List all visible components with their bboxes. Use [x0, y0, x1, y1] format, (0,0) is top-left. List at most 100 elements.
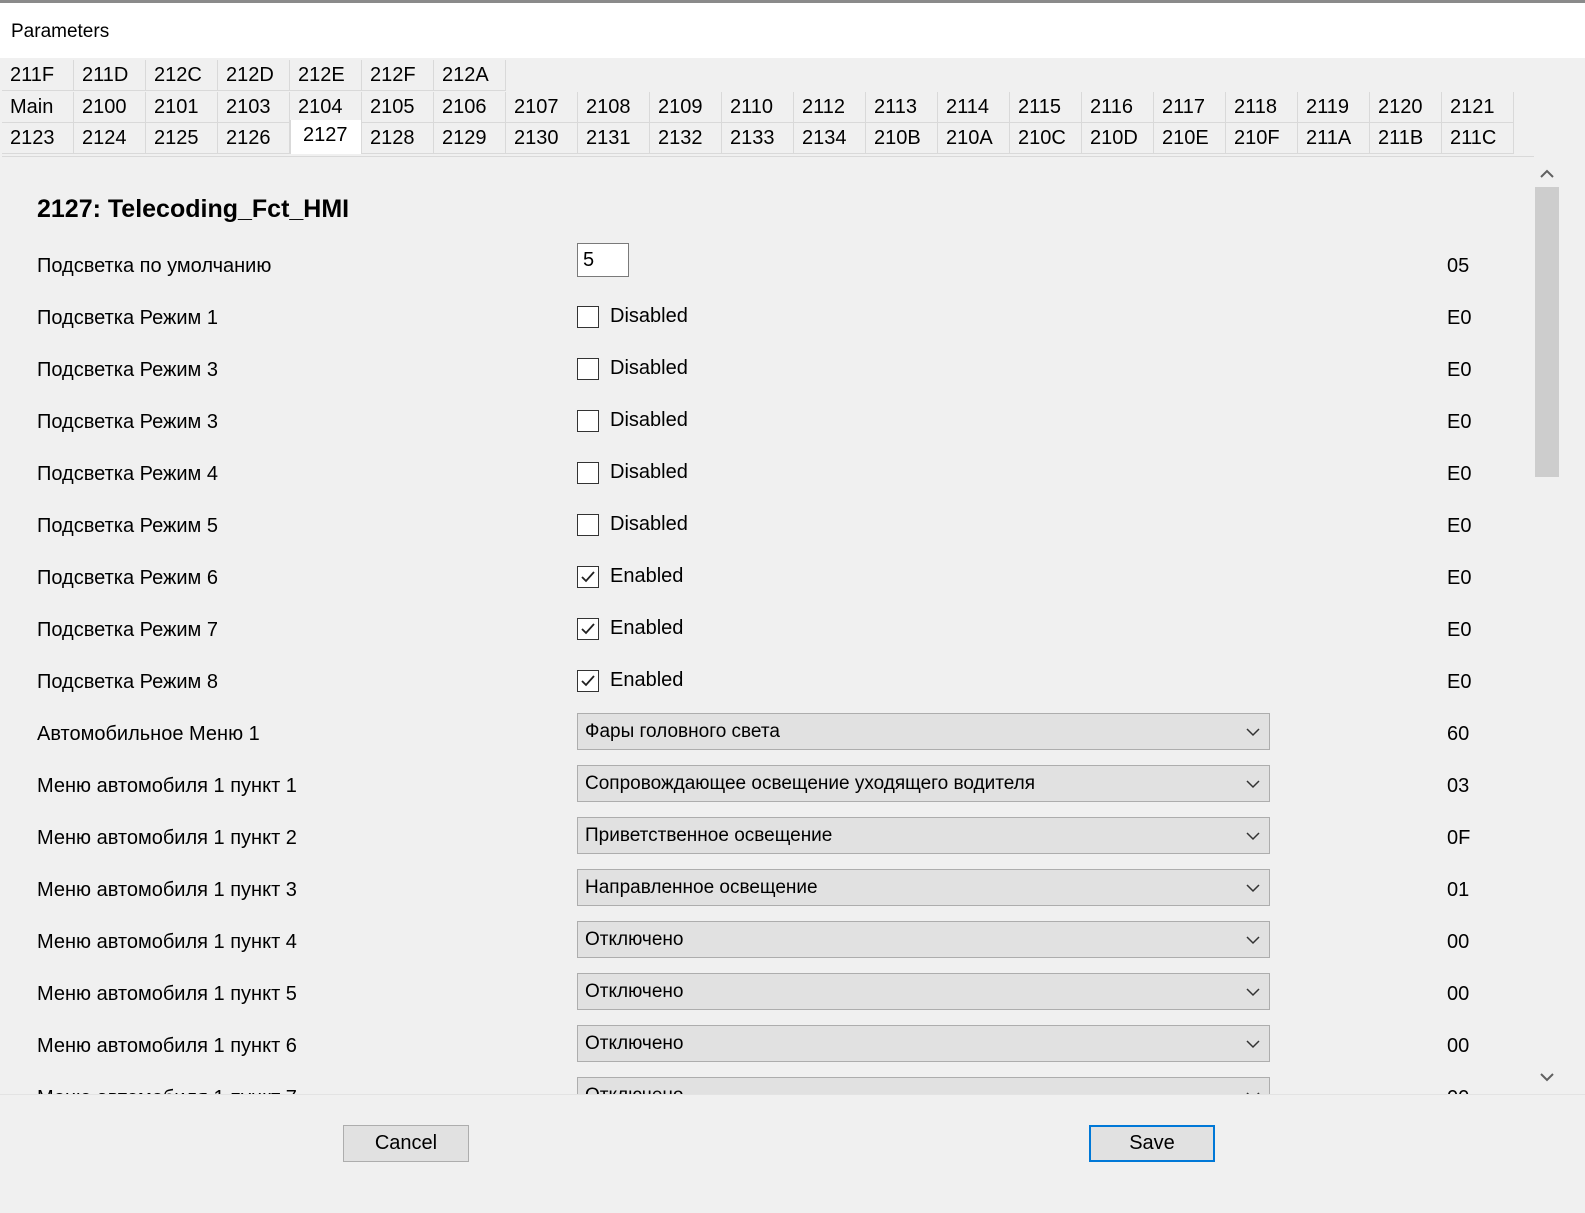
tab-212c[interactable]: 212C	[146, 60, 218, 91]
tab-211d[interactable]: 211D	[74, 60, 146, 91]
param-dropdown[interactable]: Приветственное освещение	[577, 817, 1270, 854]
chevron-down-icon	[1246, 780, 1260, 789]
param-label: Подсветка Режим 1	[37, 307, 218, 329]
tab-2113[interactable]: 2113	[866, 92, 938, 123]
param-label: Подсветка Режим 3	[37, 411, 218, 433]
tab-212d[interactable]: 212D	[218, 60, 290, 91]
tab-210e[interactable]: 210E	[1154, 123, 1226, 154]
tab-2119[interactable]: 2119	[1298, 92, 1370, 123]
tab-2117[interactable]: 2117	[1154, 92, 1226, 123]
param-row: Меню автомобиля 1 пункт 2 Приветственное …	[2, 817, 1534, 873]
tab-2107[interactable]: 2107	[506, 92, 578, 123]
param-dropdown[interactable]: Отключено	[577, 973, 1270, 1010]
param-dropdown[interactable]: Фары головного света	[577, 713, 1270, 750]
tab-2118[interactable]: 2118	[1226, 92, 1298, 123]
tab-2120[interactable]: 2120	[1370, 92, 1442, 123]
param-row: Подсветка по умолчанию 5 05	[2, 243, 1534, 301]
tab-211a[interactable]: 211A	[1298, 123, 1370, 154]
param-label: Меню автомобиля 1 пункт 6	[37, 1035, 297, 1057]
checkbox-checked[interactable]	[577, 670, 599, 692]
checkbox-label[interactable]: Disabled	[610, 455, 688, 489]
tab-2123[interactable]: 2123	[2, 123, 74, 154]
checkbox-checked[interactable]	[577, 566, 599, 588]
save-button[interactable]: Save	[1089, 1125, 1215, 1162]
checkbox-label[interactable]: Enabled	[610, 663, 683, 697]
param-row: Подсветка Режим 3 Disabled E0	[2, 353, 1534, 405]
tab-2124[interactable]: 2124	[74, 123, 146, 154]
tab-211c[interactable]: 211C	[1442, 123, 1514, 154]
tab-210c[interactable]: 210C	[1010, 123, 1082, 154]
tab-2110[interactable]: 2110	[722, 92, 794, 123]
checkbox[interactable]	[577, 306, 599, 328]
tab-212e[interactable]: 212E	[290, 60, 362, 91]
tab-2105[interactable]: 2105	[362, 92, 434, 123]
tab-210a[interactable]: 210A	[938, 123, 1010, 154]
param-dropdown[interactable]: Направленное освещение	[577, 869, 1270, 906]
param-hex-value: E0	[1447, 671, 1472, 693]
checkbox[interactable]	[577, 514, 599, 536]
checkbox-label[interactable]: Enabled	[610, 611, 683, 645]
scroll-up-arrow-icon[interactable]	[1534, 161, 1560, 187]
param-row: Подсветка Режим 8 Enabled E0	[2, 665, 1534, 717]
checkbox-label[interactable]: Disabled	[610, 299, 688, 333]
tab-210f[interactable]: 210F	[1226, 123, 1298, 154]
checkbox-label[interactable]: Enabled	[610, 559, 683, 593]
param-dropdown[interactable]: Отключено	[577, 1077, 1270, 1094]
tab-2103[interactable]: 2103	[218, 92, 290, 123]
checkbox[interactable]	[577, 410, 599, 432]
window-title: Parameters	[11, 21, 110, 42]
tab-2121[interactable]: 2121	[1442, 92, 1514, 123]
tab-2132[interactable]: 2132	[650, 123, 722, 154]
tab-2104[interactable]: 2104	[290, 92, 362, 123]
checkmark-icon	[581, 571, 595, 583]
tab-2108[interactable]: 2108	[578, 92, 650, 123]
param-dropdown[interactable]: Отключено	[577, 1025, 1270, 1062]
tab-2130[interactable]: 2130	[506, 123, 578, 154]
param-label: Подсветка Режим 6	[37, 567, 218, 589]
param-number-input[interactable]: 5	[577, 243, 629, 277]
checkbox-label[interactable]: Disabled	[610, 507, 688, 541]
tab-2133[interactable]: 2133	[722, 123, 794, 154]
param-label: Подсветка Режим 3	[37, 359, 218, 381]
tab-2112[interactable]: 2112	[794, 92, 866, 123]
tab-2129[interactable]: 2129	[434, 123, 506, 154]
checkbox-checked[interactable]	[577, 618, 599, 640]
tab-2126[interactable]: 2126	[218, 123, 290, 154]
param-dropdown[interactable]: Отключено	[577, 921, 1270, 958]
tab-2100[interactable]: 2100	[74, 92, 146, 123]
tab-212f[interactable]: 212F	[362, 60, 434, 91]
vertical-scrollbar[interactable]	[1534, 157, 1560, 1094]
tab-main[interactable]: Main	[2, 92, 74, 123]
tab-212a[interactable]: 212A	[434, 60, 506, 91]
param-row: Меню автомобиля 1 пункт 3 Направленное ос…	[2, 869, 1534, 925]
param-row: Подсветка Режим 7 Enabled E0	[2, 613, 1534, 665]
param-row: Подсветка Режим 5 Disabled E0	[2, 509, 1534, 561]
tab-210d[interactable]: 210D	[1082, 123, 1154, 154]
param-dropdown[interactable]: Сопровождающее освещение уходящего водит…	[577, 765, 1270, 802]
tab-2128[interactable]: 2128	[362, 123, 434, 154]
tab-2106[interactable]: 2106	[434, 92, 506, 123]
tab-2115[interactable]: 2115	[1010, 92, 1082, 123]
checkbox-label[interactable]: Disabled	[610, 403, 688, 437]
checkbox[interactable]	[577, 358, 599, 380]
tab-210b[interactable]: 210B	[866, 123, 938, 154]
param-hex-value: 00	[1447, 1035, 1470, 1057]
param-row: Меню автомобиля 1 пункт 4 Отключено 00	[2, 921, 1534, 977]
scroll-down-arrow-icon[interactable]	[1534, 1064, 1560, 1090]
cancel-button[interactable]: Cancel	[343, 1125, 469, 1162]
tab-2116[interactable]: 2116	[1082, 92, 1154, 123]
tab-2134[interactable]: 2134	[794, 123, 866, 154]
tab-211b[interactable]: 211B	[1370, 123, 1442, 154]
tab-2114[interactable]: 2114	[938, 92, 1010, 123]
scroll-thumb[interactable]	[1535, 187, 1559, 477]
checkbox[interactable]	[577, 462, 599, 484]
tab-211f[interactable]: 211F	[2, 60, 74, 91]
checkbox-label[interactable]: Disabled	[610, 351, 688, 385]
tab-2131[interactable]: 2131	[578, 123, 650, 154]
tab-2125[interactable]: 2125	[146, 123, 218, 154]
tab-2127[interactable]: 2127	[290, 120, 362, 154]
tab-2109[interactable]: 2109	[650, 92, 722, 123]
param-hex-value: E0	[1447, 567, 1472, 589]
chevron-down-icon	[1246, 936, 1260, 945]
tab-2101[interactable]: 2101	[146, 92, 218, 123]
